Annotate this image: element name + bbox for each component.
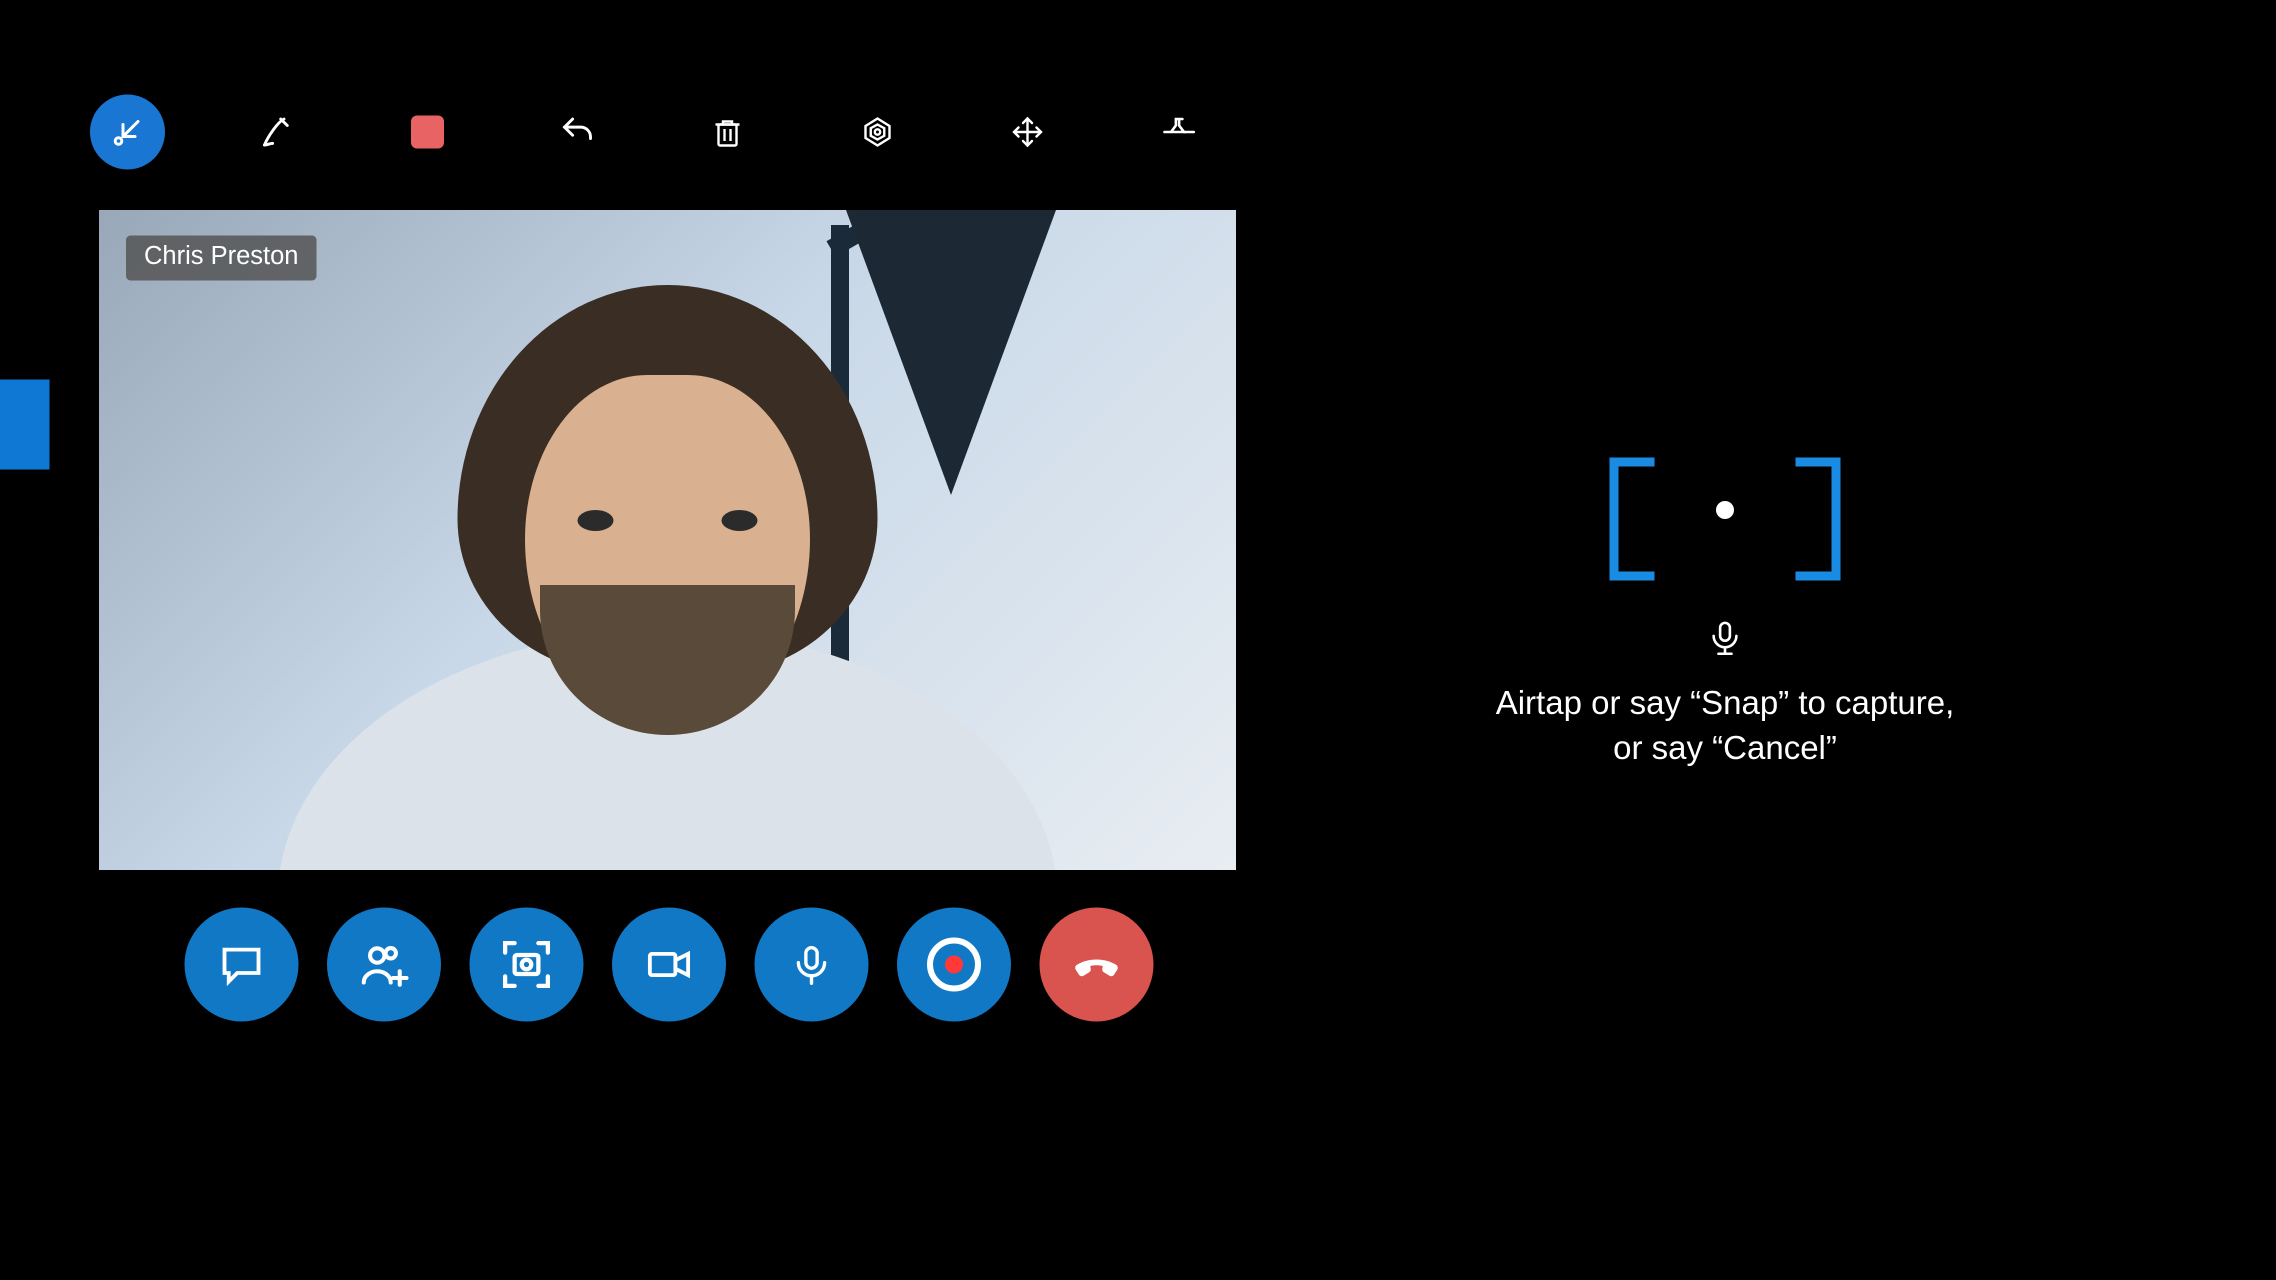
- chat-bubble-icon: [216, 939, 267, 990]
- video-feed[interactable]: [99, 210, 1236, 870]
- call-control-bar: [185, 908, 1154, 1022]
- capture-hint-text: Airtap or say “Snap” to capture, or say …: [1410, 681, 2040, 770]
- target-icon: [860, 114, 896, 150]
- mic-toggle-button[interactable]: [755, 908, 869, 1022]
- move-tool-button[interactable]: [990, 95, 1065, 170]
- pin-icon: [1158, 113, 1197, 152]
- capture-reticle: [1610, 458, 1841, 563]
- hint-line-1: Airtap or say “Snap” to capture,: [1410, 681, 2040, 726]
- trash-icon: [710, 114, 746, 150]
- hangup-icon: [1067, 935, 1127, 995]
- collapse-arrow-icon: [110, 114, 146, 150]
- video-toggle-button[interactable]: [612, 908, 726, 1022]
- record-button[interactable]: [897, 908, 1011, 1022]
- left-active-indicator: [0, 380, 50, 470]
- hangup-button[interactable]: [1040, 908, 1154, 1022]
- app-window: Chris Preston: [0, 0, 2274, 1280]
- participant-silhouette: [248, 255, 1088, 870]
- move-arrows-icon: [1010, 114, 1046, 150]
- collapse-tool-button[interactable]: [90, 95, 165, 170]
- capture-hint-panel: Airtap or say “Snap” to capture, or say …: [1410, 458, 2040, 771]
- microphone-icon: [789, 942, 834, 987]
- chat-button[interactable]: [185, 908, 299, 1022]
- bracket-right-icon: [1796, 458, 1841, 581]
- ink-tool-button[interactable]: [240, 95, 315, 170]
- delete-tool-button[interactable]: [690, 95, 765, 170]
- undo-icon: [558, 113, 597, 152]
- participant-name-tag: Chris Preston: [126, 236, 316, 281]
- microphone-hint-icon: [1703, 615, 1748, 660]
- pen-signature-icon: [258, 113, 297, 152]
- reticle-dot-icon: [1716, 501, 1734, 519]
- record-dot-icon: [927, 938, 981, 992]
- bracket-left-icon: [1610, 458, 1655, 581]
- undo-tool-button[interactable]: [540, 95, 615, 170]
- annotation-toolbar: [90, 95, 1215, 170]
- stop-tool-button[interactable]: [390, 95, 465, 170]
- hint-line-2: or say “Cancel”: [1410, 726, 2040, 771]
- video-camera-icon: [644, 939, 695, 990]
- person-add-icon: [357, 938, 411, 992]
- add-participant-button[interactable]: [327, 908, 441, 1022]
- camera-capture-button[interactable]: [470, 908, 584, 1022]
- pin-tool-button[interactable]: [1140, 95, 1215, 170]
- camera-focus-icon: [498, 936, 555, 993]
- target-tool-button[interactable]: [840, 95, 915, 170]
- stop-square-icon: [411, 116, 444, 149]
